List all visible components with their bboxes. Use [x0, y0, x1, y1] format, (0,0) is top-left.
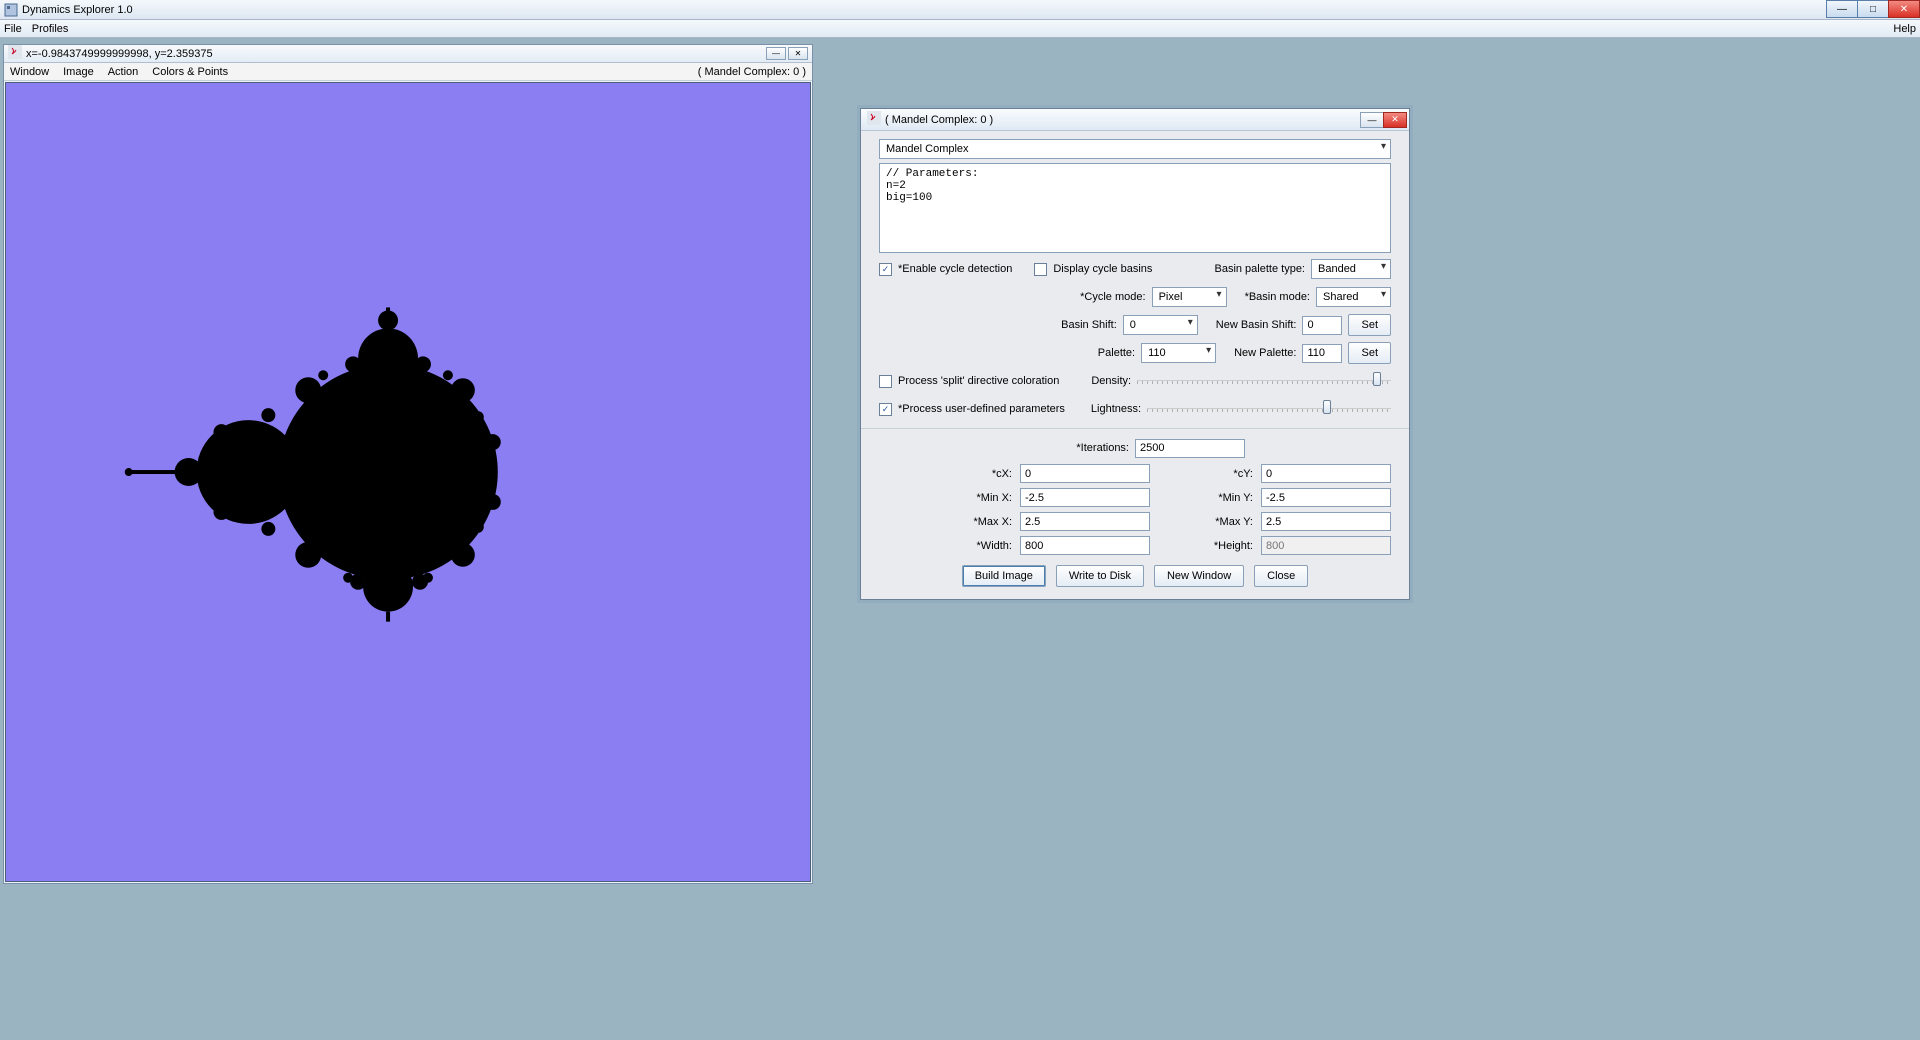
app-icon [4, 3, 18, 17]
maxy-label: *Max Y: [1158, 516, 1253, 528]
dialog-title: ( Mandel Complex: 0 ) [885, 114, 993, 126]
java-icon [8, 45, 22, 62]
height-label: *Height: [1158, 540, 1253, 552]
process-user-params-label: *Process user-defined parameters [898, 403, 1065, 415]
mapping-select[interactable]: Mandel Complex [879, 139, 1391, 159]
lightness-label: Lightness: [1091, 403, 1141, 415]
close-button[interactable]: ✕ [1888, 0, 1920, 18]
cycle-mode-label: *Cycle mode: [1080, 291, 1145, 303]
workspace: x=-0.9843749999999998, y=2.359375 — ✕ Wi… [0, 38, 1920, 1040]
viewer-minimize-button[interactable]: — [766, 47, 786, 60]
new-window-button[interactable]: New Window [1154, 565, 1244, 587]
write-to-disk-button[interactable]: Write to Disk [1056, 565, 1144, 587]
process-split-checkbox[interactable] [879, 375, 892, 388]
basin-mode-select[interactable]: Shared [1316, 287, 1391, 307]
viewer-context-label: ( Mandel Complex: 0 ) [698, 66, 806, 78]
basin-shift-label: Basin Shift: [1061, 319, 1117, 331]
menu-file[interactable]: File [4, 23, 22, 35]
viewer-menu-action[interactable]: Action [108, 66, 139, 78]
maxx-label: *Max X: [937, 516, 1012, 528]
maxx-input[interactable] [1020, 512, 1150, 531]
maximize-button[interactable]: □ [1857, 0, 1889, 18]
cx-input[interactable] [1020, 464, 1150, 483]
palette-value: 110 [1148, 347, 1166, 359]
build-image-button[interactable]: Build Image [962, 565, 1046, 587]
fractal-canvas[interactable] [5, 82, 811, 882]
cx-label: *cX: [937, 468, 1012, 480]
java-icon [867, 111, 881, 128]
viewer-close-button[interactable]: ✕ [788, 47, 808, 60]
cy-input[interactable] [1261, 464, 1391, 483]
dialog-titlebar[interactable]: ( Mandel Complex: 0 ) — ✕ [861, 109, 1409, 131]
basin-mode-value: Shared [1323, 291, 1358, 303]
viewer-menu-window[interactable]: Window [10, 66, 49, 78]
viewer-menubar: Window Image Action Colors & Points ( Ma… [4, 63, 812, 81]
viewer-menu-colors[interactable]: Colors & Points [152, 66, 228, 78]
cy-label: *cY: [1158, 468, 1253, 480]
basin-shift-select[interactable]: 0 [1123, 315, 1198, 335]
settings-dialog: ( Mandel Complex: 0 ) — ✕ Mandel Complex… [860, 108, 1410, 600]
miny-input[interactable] [1261, 488, 1391, 507]
width-input[interactable] [1020, 536, 1150, 555]
new-palette-set-button[interactable]: Set [1348, 342, 1391, 364]
basin-mode-label: *Basin mode: [1245, 291, 1310, 303]
minx-label: *Min X: [937, 492, 1012, 504]
new-basin-shift-set-button[interactable]: Set [1348, 314, 1391, 336]
palette-select[interactable]: 110 [1141, 343, 1216, 363]
cycle-mode-value: Pixel [1159, 291, 1183, 303]
mapping-select-value: Mandel Complex [886, 143, 969, 155]
iterations-input[interactable] [1135, 439, 1245, 458]
menu-profiles[interactable]: Profiles [32, 23, 69, 35]
minx-input[interactable] [1020, 488, 1150, 507]
maxy-input[interactable] [1261, 512, 1391, 531]
basin-shift-value: 0 [1130, 319, 1136, 331]
miny-label: *Min Y: [1158, 492, 1253, 504]
parameters-textarea[interactable]: // Parameters: n=2 big=100 [879, 163, 1391, 253]
process-split-label: Process 'split' directive coloration [898, 375, 1059, 387]
new-basin-shift-input[interactable] [1302, 316, 1342, 335]
dialog-close-button[interactable]: ✕ [1383, 112, 1407, 128]
menu-help[interactable]: Help [1893, 23, 1916, 35]
cycle-mode-select[interactable]: Pixel [1152, 287, 1227, 307]
basin-palette-type-label: Basin palette type: [1214, 263, 1305, 275]
basin-palette-type-select[interactable]: Banded [1311, 259, 1391, 279]
display-cycle-basins-label: Display cycle basins [1053, 263, 1152, 275]
lightness-slider[interactable] [1147, 400, 1391, 418]
divider [861, 428, 1409, 429]
iterations-label: *Iterations: [1076, 442, 1129, 454]
dialog-minimize-button[interactable]: — [1360, 112, 1384, 128]
viewer-titlebar[interactable]: x=-0.9843749999999998, y=2.359375 — ✕ [4, 45, 812, 63]
width-label: *Width: [937, 540, 1012, 552]
app-titlebar: Dynamics Explorer 1.0 — □ ✕ [0, 0, 1920, 20]
app-title: Dynamics Explorer 1.0 [22, 4, 133, 16]
enable-cycle-detection-checkbox[interactable] [879, 263, 892, 276]
process-user-params-checkbox[interactable] [879, 403, 892, 416]
close-dialog-button[interactable]: Close [1254, 565, 1308, 587]
enable-cycle-detection-label: *Enable cycle detection [898, 263, 1012, 275]
density-label: Density: [1091, 375, 1131, 387]
new-basin-shift-label: New Basin Shift: [1216, 319, 1297, 331]
viewer-menu-image[interactable]: Image [63, 66, 94, 78]
basin-palette-type-value: Banded [1318, 263, 1356, 275]
display-cycle-basins-checkbox[interactable] [1034, 263, 1047, 276]
new-palette-input[interactable] [1302, 344, 1342, 363]
minimize-button[interactable]: — [1826, 0, 1858, 18]
viewer-coords: x=-0.9843749999999998, y=2.359375 [26, 48, 213, 60]
app-menubar: File Profiles Help [0, 20, 1920, 38]
viewer-window: x=-0.9843749999999998, y=2.359375 — ✕ Wi… [3, 44, 813, 884]
palette-label: Palette: [1098, 347, 1135, 359]
height-input [1261, 536, 1391, 555]
density-slider[interactable] [1137, 372, 1391, 390]
new-palette-label: New Palette: [1234, 347, 1296, 359]
